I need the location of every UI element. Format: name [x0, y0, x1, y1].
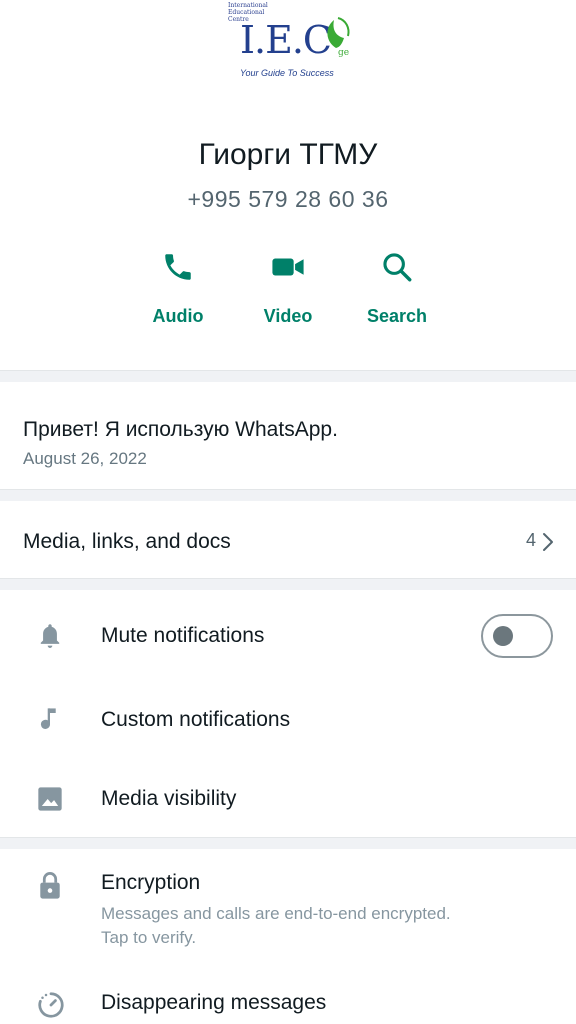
about-text: Привет! Я использую WhatsApp. [23, 418, 338, 441]
audio-call-button[interactable]: Audio [123, 250, 233, 327]
toggle-knob [493, 626, 513, 646]
custom-notifications-label: Custom notifications [101, 708, 291, 731]
media-count: 4 [525, 530, 536, 550]
search-icon [383, 253, 412, 282]
logo-suffix: ge [338, 48, 350, 58]
disappearing-messages-label: Disappearing messages [101, 991, 327, 1014]
video-call-button[interactable]: Video [233, 250, 343, 327]
search-button[interactable]: Search [342, 250, 452, 327]
audio-label: Audio [152, 306, 204, 326]
about-date: August 26, 2022 [23, 449, 147, 468]
logo-leaf-icon [327, 17, 350, 48]
logo-main-text: I.E.C [240, 18, 332, 62]
chevron-right-icon [543, 533, 553, 551]
mute-notifications-label: Mute notifications [101, 624, 265, 647]
section-divider [0, 578, 576, 590]
contact-header: International Educational Centre I.E.C g… [0, 0, 576, 370]
phone-icon [165, 254, 191, 280]
music-note-icon [40, 708, 56, 729]
logo-tagline: Your Guide To Success [240, 68, 334, 78]
video-label: Video [263, 306, 313, 326]
contact-name: Гиорги ТГМУ [198, 138, 378, 171]
iec-logo: International Educational Centre I.E.C g… [222, 0, 362, 86]
bell-icon [40, 624, 60, 648]
image-icon [38, 787, 62, 811]
section-divider [0, 489, 576, 501]
section-divider [0, 837, 576, 849]
contact-phone[interactable]: +995 579 28 60 36 [0, 186, 576, 213]
media-visibility-label: Media visibility [101, 787, 237, 810]
media-label: Media, links, and docs [23, 530, 231, 553]
encryption-subtitle: Messages and calls are end-to-end encryp… [101, 904, 451, 947]
section-divider [0, 370, 576, 382]
timer-icon [38, 992, 64, 1018]
encryption-label: Encryption [101, 871, 201, 894]
video-icon [272, 258, 304, 276]
media-links-docs-row[interactable]: Media, links, and docs 4 [0, 502, 576, 578]
mute-toggle[interactable] [481, 614, 553, 658]
lock-icon [40, 872, 60, 899]
search-label: Search [366, 306, 428, 326]
